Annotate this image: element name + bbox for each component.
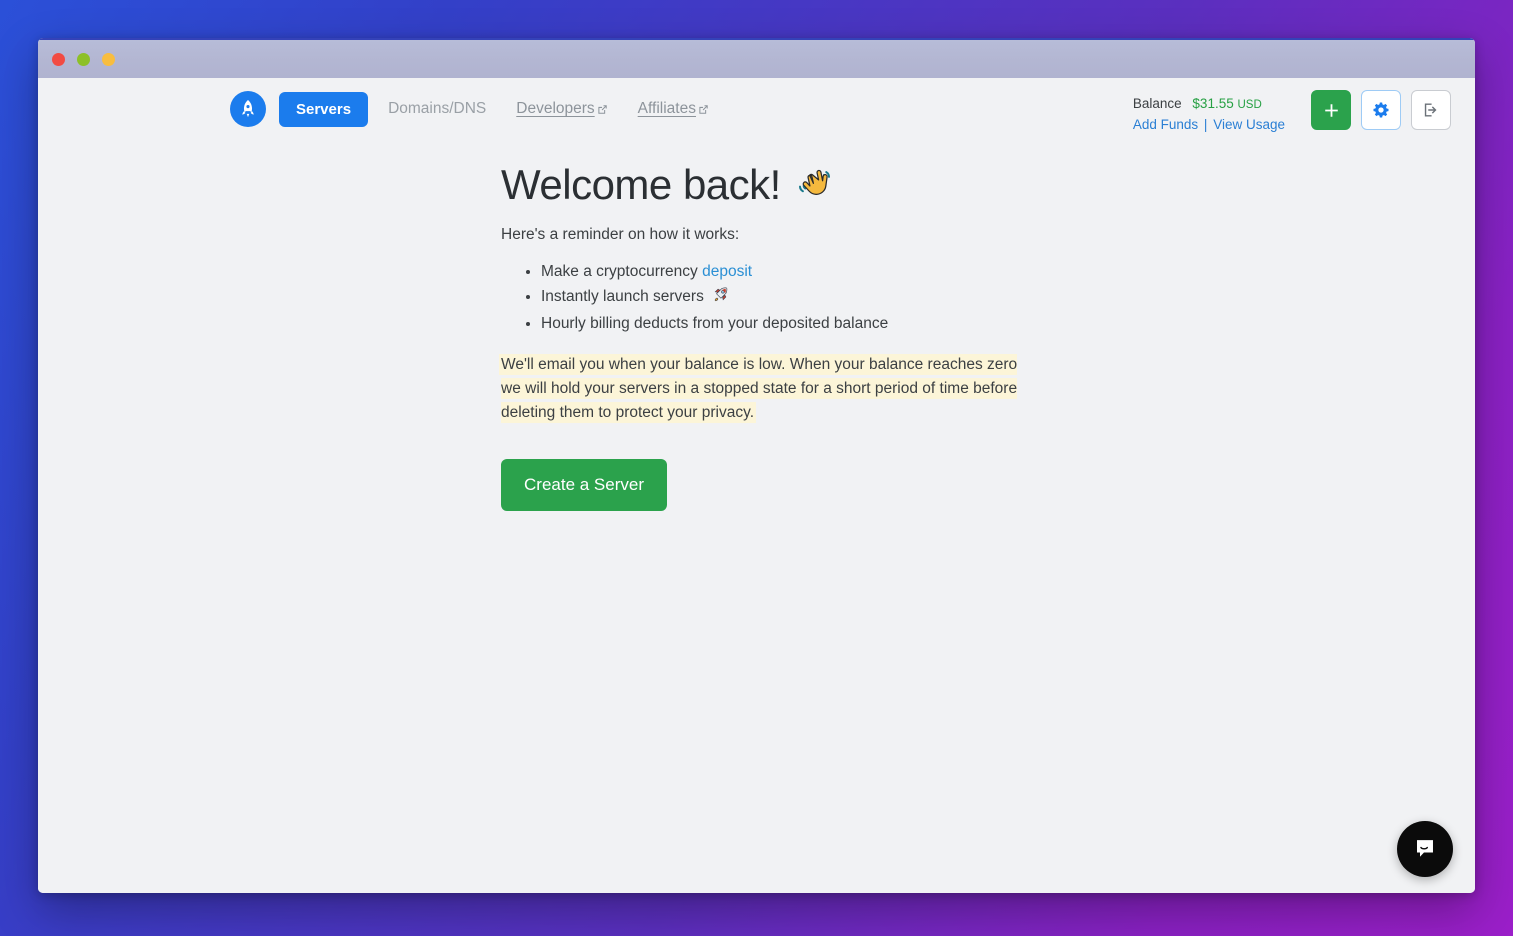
external-link-icon bbox=[597, 104, 608, 115]
add-button[interactable] bbox=[1311, 90, 1351, 130]
balance-block: Balance $31.55 USD Add Funds | View Usag… bbox=[1133, 90, 1285, 135]
plus-icon bbox=[1324, 103, 1338, 117]
balance-row: Balance $31.55 USD bbox=[1133, 94, 1285, 115]
window-maximize-button[interactable] bbox=[102, 52, 115, 66]
subtitle: Here's a reminder on how it works: bbox=[501, 226, 740, 244]
window-content: Servers Domains/DNS Developers Affiliate… bbox=[38, 78, 1475, 893]
balance-notice: We'll email you when your balance is low… bbox=[501, 353, 1026, 425]
balance-currency: USD bbox=[1237, 99, 1262, 111]
balance-notice-text: We'll email you when your balance is low… bbox=[501, 356, 1018, 422]
nav-item-developers[interactable]: Developers bbox=[514, 91, 609, 127]
gear-icon bbox=[1373, 102, 1389, 118]
account-cluster: Balance $31.55 USD Add Funds | View Usag… bbox=[1133, 90, 1451, 135]
rocket-logo-icon[interactable] bbox=[230, 91, 266, 127]
window-minimize-button[interactable] bbox=[77, 52, 90, 66]
nav-item-affiliates[interactable]: Affiliates bbox=[636, 91, 711, 127]
chat-bubble-icon bbox=[1417, 840, 1433, 857]
deposit-link[interactable]: deposit bbox=[702, 263, 752, 280]
page-title-text: Welcome back! bbox=[501, 161, 781, 208]
app-window: Servers Domains/DNS Developers Affiliate… bbox=[38, 38, 1475, 893]
reminders-list: Make a cryptocurrency deposit Instantly … bbox=[523, 260, 1475, 337]
balance-amount: $31.55 bbox=[1192, 96, 1234, 111]
nav-item-servers[interactable]: Servers bbox=[279, 91, 369, 127]
chat-widget-button[interactable] bbox=[1397, 821, 1453, 877]
reminder-text: Hourly billing deducts from your deposit… bbox=[541, 315, 889, 333]
nav-item-developers-label: Developers bbox=[516, 100, 595, 117]
page-title: Welcome back! bbox=[501, 161, 1475, 208]
logout-icon bbox=[1424, 103, 1437, 117]
balance-label: Balance bbox=[1132, 96, 1182, 111]
window-titlebar bbox=[38, 38, 1475, 78]
rocket-emoji bbox=[712, 286, 729, 311]
view-usage-link[interactable]: View Usage bbox=[1213, 117, 1285, 132]
logout-button[interactable] bbox=[1411, 90, 1451, 130]
links-separator: | bbox=[1203, 117, 1208, 132]
nav-item-servers-label: Servers bbox=[296, 100, 352, 118]
nav-item-affiliates-label: Affiliates bbox=[637, 100, 696, 117]
create-server-button[interactable]: Create a Server bbox=[501, 459, 667, 512]
nav-item-domains-dns[interactable]: Domains/DNS bbox=[386, 91, 488, 127]
top-navigation-bar: Servers Domains/DNS Developers Affiliate… bbox=[38, 78, 1475, 140]
settings-button[interactable] bbox=[1361, 90, 1401, 130]
waving-hand-emoji bbox=[795, 165, 835, 205]
reminder-text: Instantly launch servers bbox=[541, 288, 704, 306]
list-item: Instantly launch servers bbox=[541, 285, 1475, 312]
external-link-icon bbox=[698, 104, 709, 115]
reminder-text: Make a cryptocurrency bbox=[541, 263, 703, 281]
balance-links-row: Add Funds | View Usage bbox=[1133, 115, 1285, 135]
main-panel: Welcome back! Here's a reminder on how i… bbox=[38, 140, 1475, 512]
list-item: Hourly billing deducts from your deposit… bbox=[541, 312, 1475, 337]
window-close-button[interactable] bbox=[52, 52, 65, 66]
list-item: Make a cryptocurrency deposit bbox=[541, 260, 1475, 285]
add-funds-link[interactable]: Add Funds bbox=[1133, 117, 1198, 132]
nav-item-domains-dns-label: Domains/DNS bbox=[388, 100, 487, 117]
nav-left-group: Servers Domains/DNS Developers Affiliate… bbox=[230, 91, 737, 127]
